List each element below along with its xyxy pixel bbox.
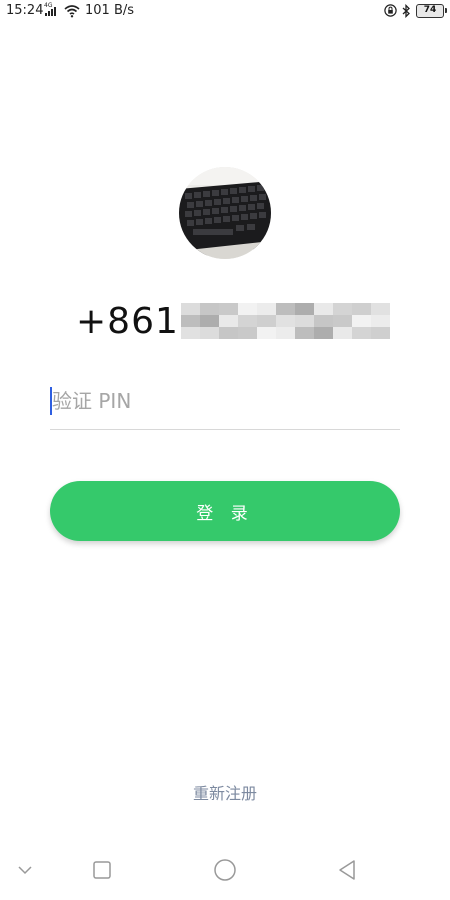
recent-apps-icon [93,861,111,879]
keyboard-photo-icon [179,167,271,259]
back-button[interactable] [333,858,361,882]
battery-icon: 74 [416,4,447,18]
login-button-label: 登 录 [196,503,254,524]
home-button[interactable] [211,858,239,882]
collapse-nav-button[interactable] [11,858,39,882]
avatar[interactable] [179,167,271,259]
status-bar: 15:24 4G 101 B/s 74 [0,0,450,24]
collapse-icon [18,866,32,875]
nav-bar [0,850,450,890]
pin-input[interactable]: 验证 PIN [50,380,400,430]
status-time: 15:24 [6,3,44,18]
lock-icon [384,4,397,17]
bluetooth-icon [402,4,410,18]
reregister-link[interactable]: 重新注册 [0,780,450,804]
wifi-icon [64,5,80,18]
recent-apps-button[interactable] [88,858,116,882]
home-icon [214,859,236,881]
pin-placeholder: 验证 PIN [52,389,132,413]
phone-number: +861 [76,296,390,346]
phone-number-mosaic [180,303,390,339]
back-icon [339,860,355,880]
phone-number-visible: +861 [76,300,179,342]
net-speed: 101 B/s [85,3,135,18]
signal-icon: 4G [44,2,58,18]
login-button[interactable]: 登 录 [50,481,400,541]
